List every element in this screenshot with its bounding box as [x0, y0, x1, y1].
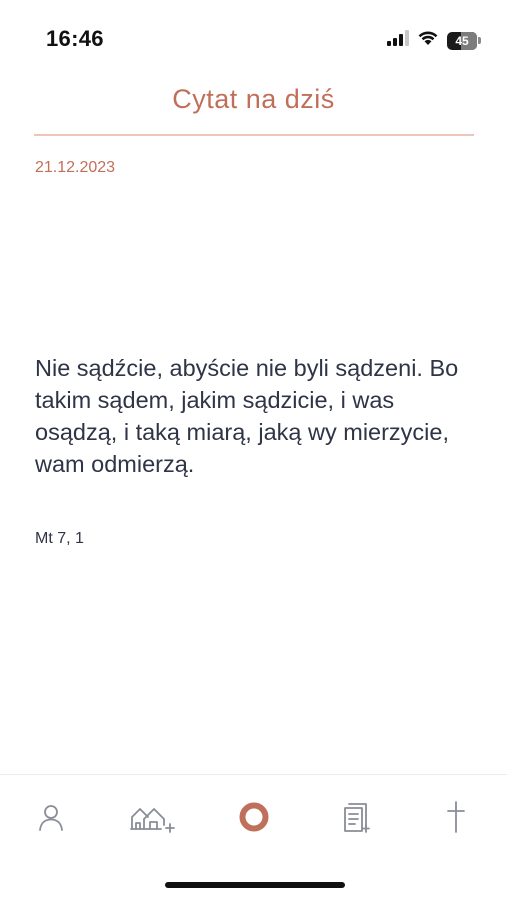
tab-notes[interactable] [336, 797, 376, 837]
document-icon [341, 801, 371, 833]
quote-date: 21.12.2023 [35, 159, 116, 176]
page-title: Cytat na dziś [172, 84, 335, 114]
quote-reference: Mt 7, 1 [35, 530, 84, 547]
home-indicator[interactable] [165, 882, 345, 888]
tab-prayer[interactable] [436, 797, 476, 837]
tab-profile[interactable] [31, 797, 71, 837]
status-time: 16:46 [46, 26, 104, 51]
header-divider [34, 134, 474, 136]
tab-communities[interactable] [130, 797, 176, 837]
signal-icon [387, 30, 409, 51]
battery-icon: 45 [447, 31, 481, 50]
cross-icon [444, 800, 468, 834]
ring-icon [238, 801, 270, 833]
quote-text: Nie sądźcie, abyście nie byli sądzeni. B… [35, 355, 459, 477]
person-icon [36, 802, 66, 832]
status-bar: 16:46 45 [0, 0, 507, 70]
wifi-icon [417, 30, 439, 51]
battery-level: 45 [455, 33, 469, 48]
tab-daily-quote[interactable] [234, 797, 274, 837]
houses-icon [130, 801, 176, 833]
status-icons: 45 [387, 30, 481, 51]
